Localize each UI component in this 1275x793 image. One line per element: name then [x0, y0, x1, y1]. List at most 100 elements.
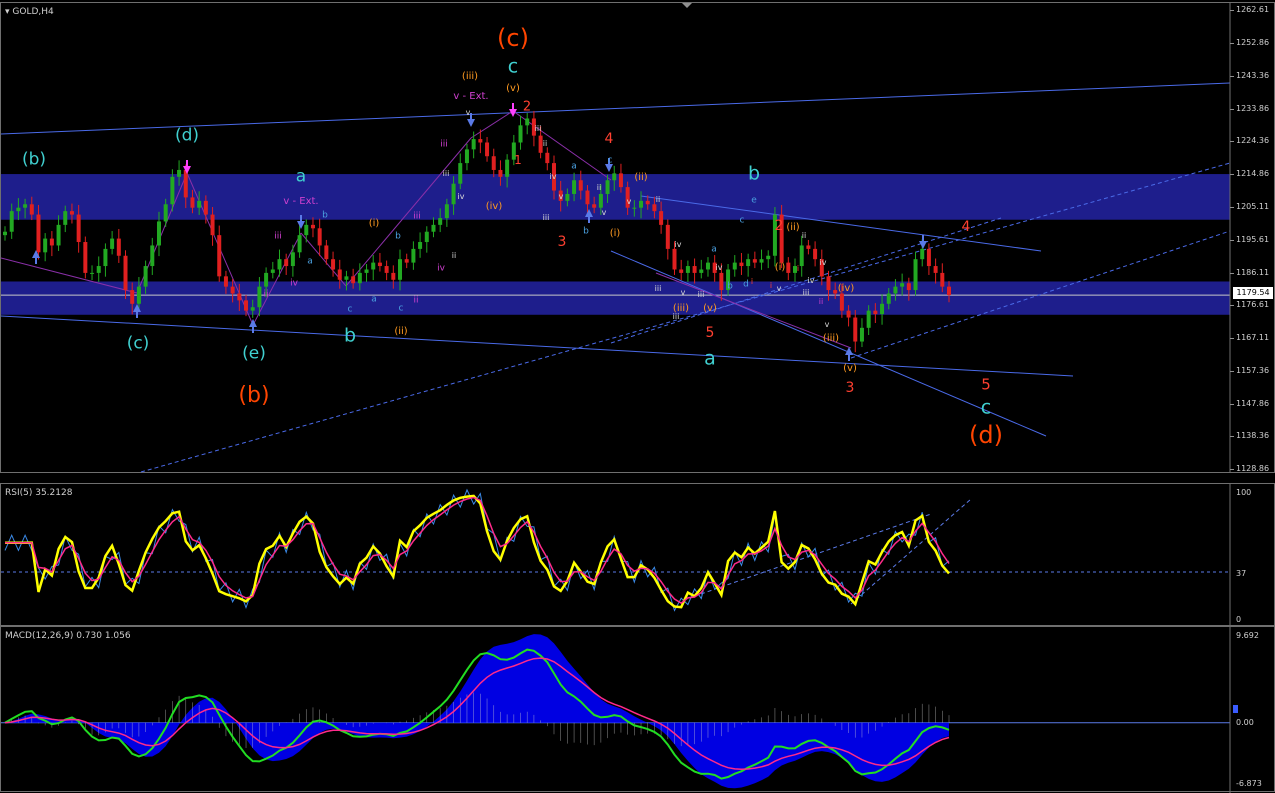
- wave-label-v-ext-2[interactable]: v - Ext.: [453, 92, 488, 102]
- wave-label-sm-iv-1[interactable]: iv: [290, 279, 298, 289]
- wave-label-ii-3[interactable]: (ii): [786, 223, 799, 233]
- wave-label-sm-ii-r1[interactable]: ii: [819, 298, 823, 306]
- wave-label-b-paren-left[interactable]: (b): [22, 151, 46, 169]
- wave-label-sm-iii-3[interactable]: iii: [440, 140, 448, 150]
- wave-label-sm-v-w2[interactable]: v: [559, 193, 564, 201]
- wave-label-sm-iv-w3[interactable]: iv: [675, 241, 682, 249]
- wave-label-sm-ii-w6[interactable]: ii: [802, 232, 806, 240]
- wave-label-sm-iii-w1[interactable]: iii: [443, 170, 450, 178]
- wave-label-two-red-top[interactable]: 2: [523, 101, 531, 114]
- wave-label-sm-a-3[interactable]: a: [571, 162, 577, 172]
- wave-label-sm-e[interactable]: e: [751, 196, 757, 206]
- macd-panel[interactable]: MACD(12,26,9) 0.730 1.056 9.692 0.00 -6.…: [0, 626, 1275, 793]
- support-zone: [1, 281, 1230, 315]
- price-chart-panel[interactable]: ▾ GOLD,H4 (b) (d) (c) (e) (b) a b v - Ext. (c) c (…: [0, 2, 1275, 474]
- wave-label-sm-c-4[interactable]: c: [740, 216, 745, 226]
- wave-label-sm-v-w4[interactable]: v: [825, 321, 830, 329]
- wave-label-two-red-mid[interactable]: 2: [775, 219, 784, 233]
- wave-label-a-cyan-1[interactable]: a: [296, 168, 306, 186]
- candle-body: [69, 211, 74, 215]
- wave-label-three-red[interactable]: 3: [558, 235, 567, 249]
- wave-label-sm-d[interactable]: d: [743, 280, 749, 290]
- rsi-panel[interactable]: RSI(5) 35.2128 100 37 0: [0, 483, 1275, 627]
- wave-label-five-red-right[interactable]: 5: [981, 377, 991, 393]
- wave-label-B-major[interactable]: (b): [238, 385, 269, 407]
- wave-label-sm-v-w5[interactable]: v: [602, 209, 607, 217]
- wave-label-three-red-low[interactable]: 3: [846, 381, 855, 395]
- wave-label-sm-ii-1[interactable]: ii: [263, 290, 268, 300]
- wave-label-ii-2[interactable]: (ii): [634, 173, 647, 183]
- wave-label-sm-ii-w2[interactable]: ii: [543, 140, 547, 148]
- wave-label-sm-i-r2[interactable]: i: [751, 278, 753, 286]
- wave-label-sm-iv-w1[interactable]: iv: [458, 193, 465, 201]
- wave-label-sm-iv-2[interactable]: iv: [437, 264, 445, 274]
- wave-label-i-3[interactable]: (i): [775, 263, 786, 273]
- wave-label-sm-a-2[interactable]: a: [371, 295, 377, 305]
- wave-label-four-red[interactable]: 4: [605, 132, 614, 146]
- wave-label-v-ext-1[interactable]: v - Ext.: [283, 197, 318, 207]
- wave-label-sm-b-1[interactable]: b: [322, 211, 328, 221]
- wave-label-b-cyan-1[interactable]: b: [344, 326, 356, 346]
- wave-label-sm-ii-w3[interactable]: ii: [656, 196, 660, 204]
- wave-label-sm-ii-w1[interactable]: ii: [452, 252, 456, 260]
- wave-label-sm-ii-2[interactable]: ii: [413, 296, 418, 306]
- wave-label-b-cyan-2[interactable]: b: [748, 164, 760, 184]
- wave-label-sm-iv-w2[interactable]: iv: [550, 173, 557, 181]
- wave-label-sm-iii-w4[interactable]: iii: [655, 285, 662, 293]
- wave-label-sm-b-4[interactable]: b: [727, 282, 733, 292]
- wave-label-four-red-right[interactable]: 4: [962, 220, 971, 234]
- wave-label-sm-v-w6[interactable]: v: [627, 198, 632, 206]
- wave-label-sm-c-3[interactable]: c: [608, 156, 613, 166]
- wave-label-i-1[interactable]: (i): [369, 219, 380, 229]
- wave-label-five-red[interactable]: 5: [706, 326, 715, 340]
- wave-label-D-major[interactable]: (d): [969, 423, 1003, 447]
- wave-label-sm-v-w7[interactable]: v: [777, 285, 782, 293]
- wave-label-c-cyan-top[interactable]: c: [508, 57, 518, 77]
- panel-separator[interactable]: [0, 473, 1275, 481]
- wave-label-sm-iii-w2[interactable]: iii: [535, 125, 542, 133]
- wave-label-iii-top[interactable]: (iii): [462, 72, 478, 82]
- wave-label-sm-iii-w3[interactable]: iii: [543, 214, 550, 222]
- wave-label-sm-iii-2[interactable]: iii: [413, 212, 421, 222]
- wave-label-v-2[interactable]: (v): [703, 304, 717, 314]
- wave-label-C-major[interactable]: (c): [497, 26, 529, 50]
- wave-label-i-2[interactable]: (i): [610, 229, 621, 239]
- wave-label-sm-iii-w6[interactable]: iii: [698, 291, 705, 299]
- candle-body: [177, 169, 182, 177]
- wave-label-sm-b-2[interactable]: b: [395, 232, 401, 242]
- wave-label-sm-i-r3[interactable]: i: [797, 265, 799, 273]
- wave-label-sm-i-r1[interactable]: i: [770, 282, 772, 290]
- chart-menu-arrow-icon[interactable]: ▾: [5, 7, 10, 17]
- candle-body: [846, 310, 851, 318]
- wave-label-iii-3[interactable]: (iii): [823, 334, 839, 344]
- candle-body: [525, 118, 530, 126]
- wave-label-sm-c-1[interactable]: c: [348, 305, 353, 315]
- wave-label-sm-iii-w5[interactable]: iii: [803, 289, 810, 297]
- wave-label-a-cyan-2[interactable]: a: [704, 349, 716, 369]
- wave-label-sm-c-2[interactable]: c: [399, 304, 404, 314]
- wave-label-sm-iii-w7[interactable]: iii: [673, 313, 680, 321]
- chart-shift-marker-icon[interactable]: [682, 3, 692, 8]
- wave-label-sm-iii-1[interactable]: iii: [274, 232, 282, 242]
- wave-label-c-paren-left[interactable]: (c): [127, 335, 150, 353]
- wave-label-d-paren-left[interactable]: (d): [175, 127, 199, 145]
- wave-label-sm-a-4[interactable]: a: [711, 245, 717, 255]
- wave-label-sm-iv-w6[interactable]: iv: [716, 264, 723, 272]
- wave-label-v-top[interactable]: (v): [506, 84, 520, 94]
- wave-label-iv-3[interactable]: (iv): [838, 284, 855, 294]
- wave-label-sm-iv-w7[interactable]: iv: [808, 277, 815, 285]
- wave-label-iv-1[interactable]: (iv): [486, 202, 503, 212]
- wave-label-sm-a-1[interactable]: a: [307, 257, 313, 267]
- wave-label-ii-1[interactable]: (ii): [394, 327, 407, 337]
- wave-label-v-3[interactable]: (v): [843, 364, 857, 374]
- wave-label-sm-v-w1[interactable]: v: [466, 109, 471, 117]
- wave-label-sm-ii-w7[interactable]: ii: [597, 184, 601, 192]
- candle-body: [471, 139, 476, 150]
- wave-label-sm-v-w3[interactable]: v: [681, 289, 686, 297]
- wave-label-c-cyan-right[interactable]: c: [981, 398, 991, 418]
- candle-body: [572, 180, 577, 194]
- wave-label-one-red[interactable]: 1: [514, 154, 522, 166]
- wave-label-sm-b-3[interactable]: b: [583, 227, 589, 237]
- wave-label-sm-iv-w5[interactable]: iv: [820, 259, 827, 267]
- wave-label-e-paren[interactable]: (e): [242, 345, 266, 363]
